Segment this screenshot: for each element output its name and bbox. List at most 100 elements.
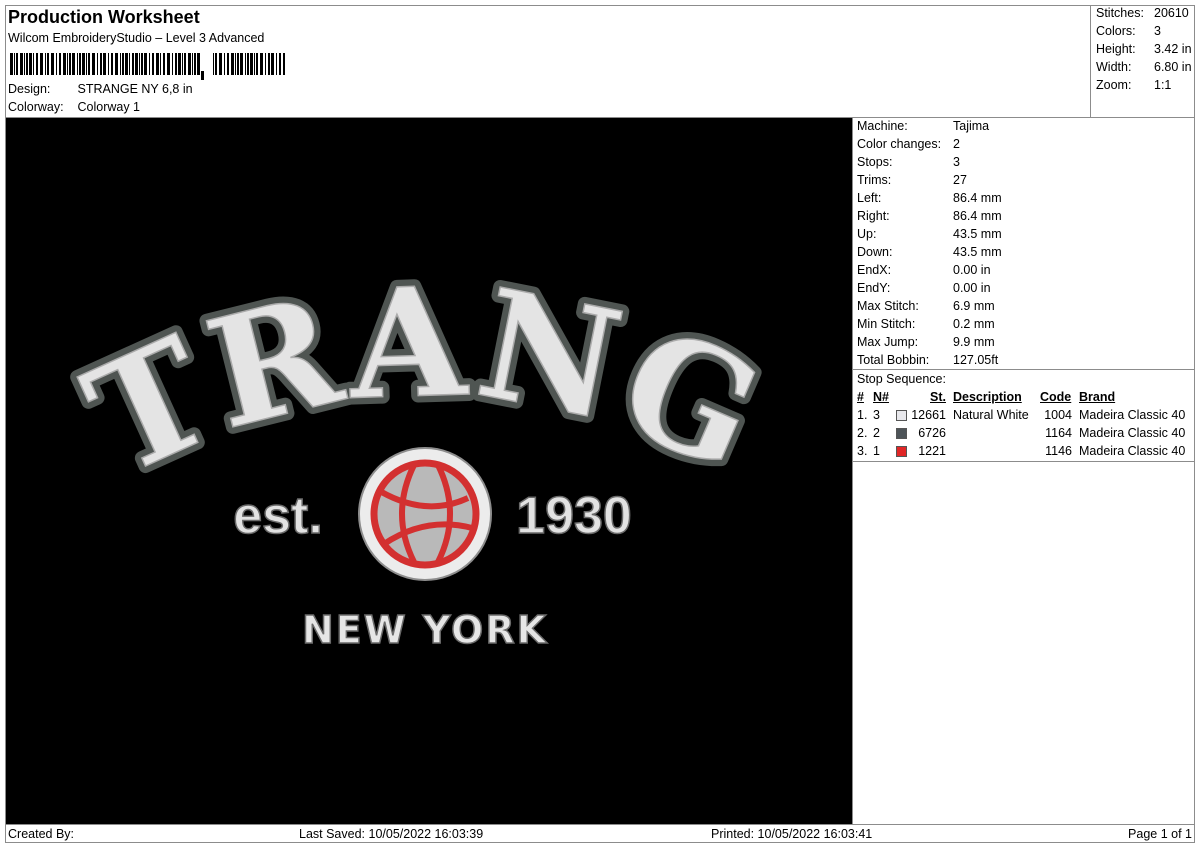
stats-panel: Stitches: 20610 Colors: 3 Height: 3.42 in W… bbox=[1090, 5, 1195, 118]
col-header-num: # bbox=[857, 390, 864, 404]
machine-value: 43.5 mm bbox=[953, 227, 1002, 241]
machine-value: 0.00 in bbox=[953, 281, 991, 295]
color-swatch bbox=[896, 428, 907, 439]
machine-label: Machine: bbox=[857, 119, 908, 133]
machine-label: Left: bbox=[857, 191, 882, 205]
design-label: Design: bbox=[8, 82, 51, 96]
thread-description: Natural White bbox=[953, 408, 1029, 422]
year-text: 1930 bbox=[516, 487, 632, 545]
colorway-row: Colorway: Colorway 1 bbox=[8, 100, 140, 114]
last-saved: Last Saved: 10/05/2022 16:03:39 bbox=[299, 827, 484, 841]
stop-num: 1. bbox=[857, 408, 868, 422]
machine-label: Trims: bbox=[857, 173, 892, 187]
machine-value: 9.9 mm bbox=[953, 335, 995, 349]
machine-row: Max Stitch: 6.9 mm bbox=[857, 299, 995, 317]
machine-label: Total Bobbin: bbox=[857, 353, 930, 367]
thread-brand: Madeira Classic 40 bbox=[1079, 426, 1186, 440]
colorway-value: Colorway 1 bbox=[77, 100, 141, 114]
machine-value: 86.4 mm bbox=[953, 209, 1002, 223]
stat-width: Width: 6.80 in bbox=[1096, 60, 1192, 74]
needle-num: 1 bbox=[873, 444, 880, 458]
stat-label: Stitches: bbox=[1096, 6, 1144, 20]
machine-row: EndY: 0.00 in bbox=[857, 281, 991, 299]
machine-row: Right: 86.4 mm bbox=[857, 209, 1002, 227]
stitch-count: 6726 bbox=[918, 426, 946, 440]
machine-row: Up: 43.5 mm bbox=[857, 227, 1002, 245]
thread-code: 1164 bbox=[1045, 426, 1072, 440]
design-value: STRANGE NY 6,8 in bbox=[77, 82, 193, 96]
machine-value: Tajima bbox=[953, 119, 990, 133]
thread-brand: Madeira Classic 40 bbox=[1079, 408, 1186, 422]
machine-row: Stops: 3 bbox=[857, 155, 960, 173]
thread-code: 1004 bbox=[1044, 408, 1072, 422]
page-title: Production Worksheet bbox=[8, 7, 200, 27]
needle-num: 2 bbox=[873, 426, 880, 440]
stat-label: Colors: bbox=[1096, 24, 1136, 38]
stop-num: 3. bbox=[857, 444, 868, 458]
created-by: Created By: bbox=[8, 827, 75, 841]
machine-value: 0.2 mm bbox=[953, 317, 995, 331]
stat-label: Height: bbox=[1096, 42, 1136, 56]
color-swatch bbox=[896, 410, 907, 421]
stat-label: Zoom: bbox=[1096, 78, 1132, 92]
barcode bbox=[10, 53, 285, 80]
machine-row: EndX: 0.00 in bbox=[857, 263, 991, 281]
machine-label: Down: bbox=[857, 245, 893, 259]
stop-sequence-label: Stop Sequence: bbox=[857, 372, 946, 386]
machine-label: EndY: bbox=[857, 281, 891, 295]
machine-row: Left: 86.4 mm bbox=[857, 191, 1002, 209]
stat-value: 20610 bbox=[1154, 6, 1189, 20]
stitch-count: 1221 bbox=[918, 444, 946, 458]
machine-value: 43.5 mm bbox=[953, 245, 1002, 259]
machine-value: 0.00 in bbox=[953, 263, 991, 277]
machine-label: Stops: bbox=[857, 155, 893, 169]
stat-label: Width: bbox=[1096, 60, 1132, 74]
machine-label: EndX: bbox=[857, 263, 892, 277]
col-header-code: Code bbox=[1040, 390, 1072, 404]
machine-label: Min Stitch: bbox=[857, 317, 916, 331]
color-swatch bbox=[896, 446, 907, 457]
machine-value: 2 bbox=[953, 137, 960, 151]
thread-brand: Madeira Classic 40 bbox=[1079, 444, 1186, 458]
emblem-icon bbox=[358, 447, 492, 581]
machine-value: 27 bbox=[953, 173, 967, 187]
col-header-stitches: St. bbox=[930, 390, 946, 404]
strange-text: STRANGE bbox=[6, 118, 788, 510]
worksheet-footer: Created By: Last Saved: 10/05/2022 16:03… bbox=[5, 824, 1195, 843]
machine-value: 3 bbox=[953, 155, 960, 169]
col-header-description: Description bbox=[953, 390, 1022, 404]
machine-row: Machine: Tajima bbox=[857, 119, 989, 137]
machine-label: Color changes: bbox=[857, 137, 942, 151]
stat-height: Height: 3.42 in bbox=[1096, 42, 1192, 56]
worksheet-header: Production Worksheet Wilcom EmbroiderySt… bbox=[5, 5, 1090, 118]
machine-row: Down: 43.5 mm bbox=[857, 245, 1002, 263]
machine-label: Right: bbox=[857, 209, 890, 223]
stat-zoom: Zoom: 1:1 bbox=[1096, 78, 1171, 92]
design-row: Design: STRANGE NY 6,8 in bbox=[8, 82, 193, 96]
preview-divider bbox=[852, 118, 853, 825]
embroidery-artwork: STRANGE STRANGE est. 1930 NEW YORK bbox=[6, 118, 791, 653]
software-subtitle: Wilcom EmbroideryStudio – Level 3 Advanc… bbox=[8, 31, 265, 45]
col-header-brand: Brand bbox=[1079, 390, 1116, 404]
est-text: est. bbox=[233, 487, 323, 545]
stat-value: 3.42 in bbox=[1154, 42, 1192, 56]
stop-sequence-table: Stop Sequence: # N# St. Description Code… bbox=[853, 369, 1195, 462]
stat-colors: Colors: 3 bbox=[1096, 24, 1161, 38]
stat-value: 6.80 in bbox=[1154, 60, 1192, 74]
colorway-label: Colorway: bbox=[8, 100, 64, 114]
machine-value: 6.9 mm bbox=[953, 299, 995, 313]
thread-code: 1146 bbox=[1045, 444, 1072, 458]
needle-num: 3 bbox=[873, 408, 880, 422]
machine-row: Min Stitch: 0.2 mm bbox=[857, 317, 995, 335]
machine-label: Up: bbox=[857, 227, 877, 241]
col-header-needle: N# bbox=[873, 390, 889, 404]
machine-value: 86.4 mm bbox=[953, 191, 1002, 205]
stat-value: 3 bbox=[1154, 24, 1161, 38]
stop-num: 2. bbox=[857, 426, 868, 440]
printed-date: Printed: 10/05/2022 16:03:41 bbox=[711, 827, 873, 841]
stat-stitches: Stitches: 20610 bbox=[1096, 6, 1189, 20]
stat-value: 1:1 bbox=[1154, 78, 1172, 92]
machine-value: 127.05ft bbox=[953, 353, 999, 367]
machine-row: Max Jump: 9.9 mm bbox=[857, 335, 995, 353]
machine-row: Trims: 27 bbox=[857, 173, 967, 191]
